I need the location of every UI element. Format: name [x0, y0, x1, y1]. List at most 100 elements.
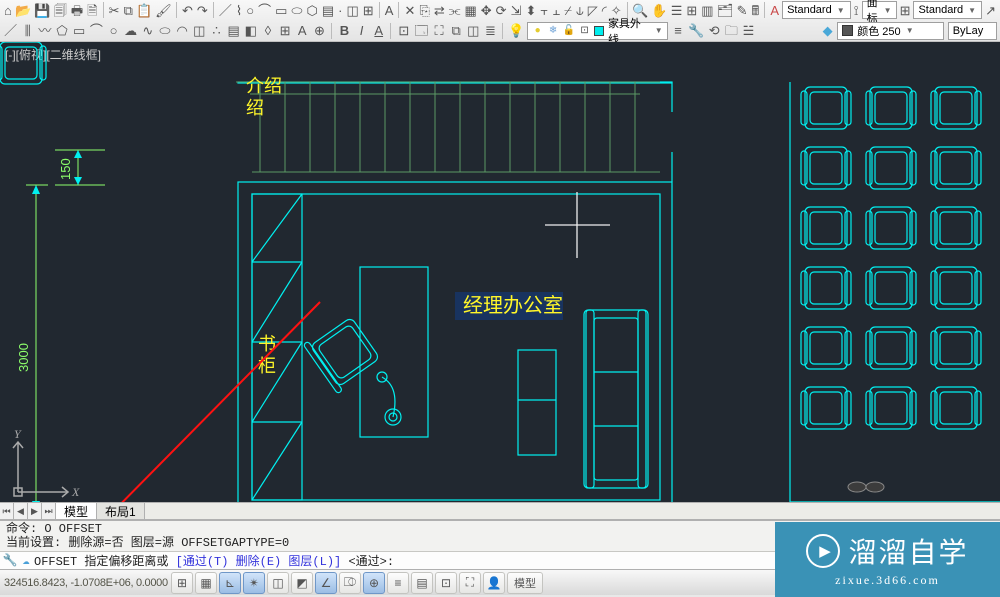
tool-markup-icon[interactable]: ✎ [736, 2, 749, 19]
tool-pline-icon[interactable]: ⌇ [235, 2, 243, 19]
draw-pline-icon[interactable]: 〰 [37, 22, 52, 39]
tool-pan-icon[interactable]: ✋ [651, 2, 668, 19]
layer-bulb-icon[interactable]: 💡 [508, 22, 525, 39]
text-italic-icon[interactable]: I [354, 22, 369, 39]
tool-join-icon[interactable]: ⫝ [575, 2, 585, 19]
draw-revcloud-icon[interactable]: ☁ [123, 22, 138, 39]
drawing-area[interactable]: [-][俯视][二维线框] [0, 42, 1000, 502]
tool-ellipse-icon[interactable]: ⬭ [290, 2, 303, 19]
tool-toolpal-icon[interactable]: ▥ [700, 2, 714, 19]
tool-calc-icon[interactable]: 🖩 [751, 2, 761, 19]
tool-rectangle-icon[interactable]: ▭ [274, 2, 288, 19]
tool-circle-icon[interactable]: ○ [245, 2, 255, 19]
palette-layer-icon[interactable]: ≣ [483, 22, 498, 39]
tool-mirror-icon[interactable]: ⇄ [433, 2, 446, 19]
tab-next-icon[interactable]: ▶ [28, 503, 42, 519]
palette-xref-icon[interactable]: ◫ [466, 22, 481, 39]
tool-copy2-icon[interactable]: ⎘ [418, 2, 430, 19]
color-combo[interactable]: 颜色 250 ▼ [837, 22, 943, 40]
tool-redo-icon[interactable]: ↷ [196, 2, 209, 19]
tool-point-icon[interactable]: · [337, 2, 343, 19]
palette-sheet-icon[interactable]: 🗔 [413, 22, 429, 39]
sc-button[interactable]: ⛶ [459, 572, 481, 594]
layer-iso-icon[interactable]: 🔧 [688, 22, 705, 39]
tool-home-icon[interactable]: ⌂ [3, 2, 13, 19]
tool-saveas-icon[interactable]: 🗐 [53, 2, 68, 19]
layer-props-icon[interactable]: ☱ [741, 22, 756, 39]
layer-combo[interactable]: ● ❄ 🔓 ⊡ 家具外线 ▼ [527, 22, 669, 40]
tool-array-icon[interactable]: ▦ [463, 2, 477, 19]
ducs-button[interactable]: ⎄ [339, 572, 361, 594]
tool-cut-icon[interactable]: ✂ [108, 2, 121, 19]
tool-hatch-icon[interactable]: ▤ [321, 2, 335, 19]
draw-hatch-icon[interactable]: ▤ [226, 22, 241, 39]
draw-line-icon[interactable]: ／ [3, 22, 18, 39]
tool-dimstyle-icon[interactable]: ⟟ [853, 2, 860, 19]
draw-gradient-icon[interactable]: ◧ [243, 22, 258, 39]
palette-quickcalc-icon[interactable]: ⧉ [449, 22, 464, 39]
text-underline-icon[interactable]: A [371, 22, 386, 39]
text-style-combo[interactable]: Standard ▼ [782, 1, 851, 19]
tool-open-icon[interactable]: 📂 [15, 2, 32, 19]
tool-tablestyle-icon[interactable]: ⊞ [899, 2, 912, 19]
tool-stretch-icon[interactable]: ⬍ [524, 2, 537, 19]
osnap3d-button[interactable]: ◩ [291, 572, 313, 594]
draw-region-icon[interactable]: ◊ [260, 22, 275, 39]
tab-last-icon[interactable]: ⏭ [42, 503, 56, 519]
tool-trim-icon[interactable]: ⫟ [539, 2, 549, 19]
tool-scale-icon[interactable]: ⇲ [510, 2, 523, 19]
draw-spline-icon[interactable]: ∿ [140, 22, 155, 39]
snap-button[interactable]: ⊞ [171, 572, 193, 594]
tool-sheet-icon[interactable]: 🗂 [717, 2, 734, 19]
tool-rotate-icon[interactable]: ⟳ [495, 2, 508, 19]
tool-paste-icon[interactable]: 📋 [136, 2, 153, 19]
polar-button[interactable]: ✴ [243, 572, 265, 594]
draw-block-icon[interactable]: ◫ [192, 22, 207, 39]
draw-ellipse-icon[interactable]: ⬭ [157, 22, 172, 39]
draw-arc-icon[interactable]: ⌒ [89, 22, 104, 39]
tool-save-icon[interactable]: 💾 [34, 2, 51, 19]
draw-rect-icon[interactable]: ▭ [72, 22, 87, 39]
otrack-button[interactable]: ∠ [315, 572, 337, 594]
qp-button[interactable]: ⊡ [435, 572, 457, 594]
tab-prev-icon[interactable]: ◀ [14, 503, 28, 519]
table-style-combo[interactable]: Standard ▼ [913, 1, 982, 19]
tool-offset-icon[interactable]: ⫘ [448, 2, 462, 19]
am-button[interactable]: 👤 [483, 572, 505, 594]
tool-multileader-icon[interactable]: ↗ [984, 2, 997, 19]
tool-extend-icon[interactable]: ⫠ [551, 2, 561, 19]
palette-tool-icon[interactable]: ⛶ [431, 22, 446, 39]
tool-erase-icon[interactable]: ✕ [404, 2, 417, 19]
color-picker-icon[interactable]: ◆ [820, 22, 835, 39]
tool-textstyle-icon[interactable]: A [769, 2, 780, 19]
tool-move-icon[interactable]: ✥ [480, 2, 493, 19]
palette-props-icon[interactable]: ⊡ [396, 22, 411, 39]
draw-mtext-icon[interactable]: A [295, 22, 310, 39]
tab-model[interactable]: 模型 [56, 503, 97, 519]
tool-fillet-icon[interactable]: ◜ [601, 2, 608, 19]
tool-polygon-icon[interactable]: ⬡ [306, 2, 319, 19]
tool-props-icon[interactable]: ☰ [670, 2, 684, 19]
draw-circle-icon[interactable]: ○ [106, 22, 121, 39]
tool-print-icon[interactable]: 🖶 [70, 2, 84, 19]
dim-style-combo[interactable]: 平面标注 ▼ [862, 1, 897, 19]
tool-table-icon[interactable]: ⊞ [362, 2, 375, 19]
linetype-combo[interactable]: ByLay [948, 22, 997, 40]
tool-copy-icon[interactable]: ⧉ [123, 2, 134, 19]
tab-first-icon[interactable]: ⏮ [0, 503, 14, 519]
draw-polygon-icon[interactable]: ⬠ [54, 22, 69, 39]
layer-match-icon[interactable]: 🗀 [724, 22, 739, 39]
grid-button[interactable]: ▦ [195, 572, 217, 594]
layer-prev-icon[interactable]: ⟲ [707, 22, 722, 39]
model-button[interactable]: 模型 [507, 572, 543, 594]
lwt-button[interactable]: ≡ [387, 572, 409, 594]
tool-region-icon[interactable]: ◫ [346, 2, 360, 19]
draw-table-icon[interactable]: ⊞ [278, 22, 293, 39]
tool-match-icon[interactable]: 🖌 [155, 2, 172, 19]
draw-point-icon[interactable]: ∴ [209, 22, 224, 39]
tpy-button[interactable]: ▤ [411, 572, 433, 594]
draw-ellipsearc-icon[interactable]: ◠ [175, 22, 190, 39]
draw-cline-icon[interactable]: ⫼ [20, 22, 35, 39]
tool-line-icon[interactable]: ／ [218, 2, 233, 19]
layer-states-icon[interactable]: ≡ [670, 22, 685, 39]
